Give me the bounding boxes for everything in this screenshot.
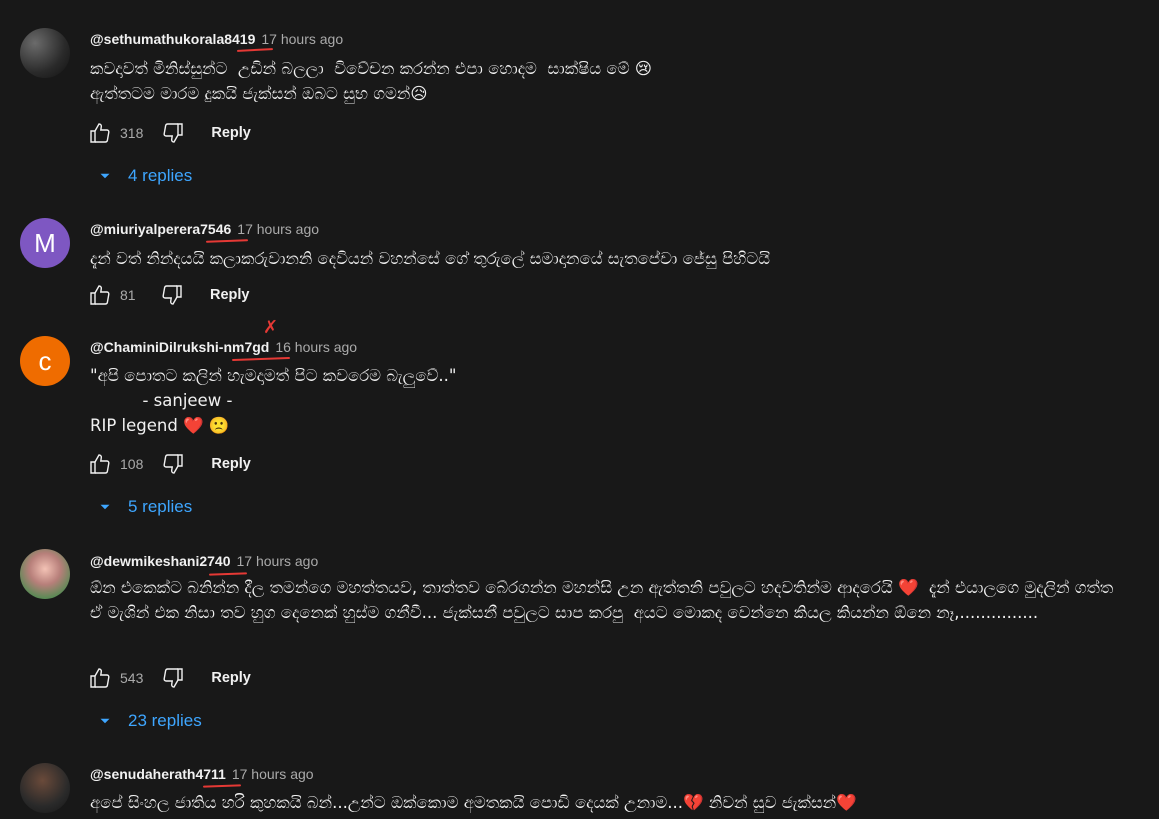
comment-header: @dewmikeshani2740 17 hours ago [90, 553, 318, 569]
dislike-button[interactable] [161, 121, 185, 145]
avatar[interactable] [20, 763, 70, 813]
thumb-down-icon [163, 454, 184, 474]
comment-header: @ChaminiDilrukshi-nm7gd 16 hours ago [90, 339, 357, 355]
reply-button[interactable]: Reply [211, 456, 251, 472]
comment-author[interactable]: @dewmikeshani2740 [90, 553, 231, 569]
comment-author[interactable]: @senudaherath4711 [90, 766, 226, 782]
comment-text: කවදාවත් මිනිස්සුන්ට උඩින් බලලා විවේචන කර… [90, 59, 652, 103]
replies-label: 5 replies [128, 497, 193, 516]
like-button[interactable] [88, 452, 112, 476]
comment-header: @senudaherath4711 17 hours ago [90, 766, 314, 782]
comment-text: අපේ සිංහල ජාතිය හරි කුහකයි බන්...උන්ට ඔක… [90, 793, 857, 812]
avatar-letter: M [34, 227, 56, 258]
like-button[interactable] [88, 283, 112, 307]
comment-text: දැන් වත් නින්දයයි කලාකරුවානනි දෙවියන් වහ… [90, 249, 771, 268]
comment-time[interactable]: 17 hours ago [237, 553, 319, 569]
comment-actions: 81 Reply [88, 280, 250, 310]
comment-actions: 543 Reply [88, 663, 251, 693]
comment-header: @sethumathukorala8419 17 hours ago [90, 31, 343, 47]
reply-button[interactable]: Reply [211, 125, 251, 141]
thumb-up-icon [90, 285, 110, 305]
comment-actions: 318 Reply [88, 118, 251, 148]
comment-author[interactable]: @ChaminiDilrukshi-nm7gd [90, 339, 269, 355]
dislike-button[interactable] [161, 452, 185, 476]
comment-time[interactable]: 16 hours ago [275, 339, 357, 355]
like-button[interactable] [88, 666, 112, 690]
comment-header: @miuriyalperera7546 17 hours ago [90, 221, 319, 237]
comment-time[interactable]: 17 hours ago [237, 221, 319, 237]
dislike-button[interactable] [161, 666, 185, 690]
comment-actions: 108 Reply [88, 449, 251, 479]
avatar[interactable] [20, 28, 70, 78]
annotation-underline [205, 239, 249, 243]
dislike-button[interactable] [160, 283, 184, 307]
comment-time[interactable]: 17 hours ago [232, 766, 314, 782]
chevron-down-icon [100, 173, 110, 179]
reply-button[interactable]: Reply [210, 287, 250, 303]
like-count: 81 [120, 287, 136, 303]
chevron-down-icon [100, 718, 110, 724]
like-count: 543 [120, 670, 144, 686]
thumb-down-icon [163, 668, 184, 688]
thumb-down-icon [163, 123, 184, 143]
chevron-down-icon [100, 504, 110, 510]
annotation-underline [231, 356, 291, 362]
comment-author[interactable]: @sethumathukorala8419 [90, 31, 255, 47]
view-replies-button[interactable]: 5 replies [96, 497, 192, 517]
like-count: 318 [120, 125, 144, 141]
thumb-up-icon [90, 454, 110, 474]
avatar-letter: C [38, 345, 52, 376]
thumb-up-icon [90, 123, 110, 143]
thumb-up-icon [90, 668, 110, 688]
avatar[interactable] [20, 549, 70, 599]
avatar[interactable]: C [20, 336, 70, 386]
comment-text: "අපි පොතට කලින් හැමදාමත් පිට කවරෙම බැලුව… [90, 366, 457, 435]
avatar[interactable]: M [20, 218, 70, 268]
replies-label: 23 replies [128, 711, 202, 730]
comment-text: ඕන එකෙක්ට බනින්න දීල තමන්ගෙ මහත්තයව, තාත… [90, 578, 1119, 622]
comment-time[interactable]: 17 hours ago [261, 31, 343, 47]
annotation-underline [236, 48, 274, 52]
comment-author[interactable]: @miuriyalperera7546 [90, 221, 231, 237]
thumb-down-icon [162, 285, 182, 305]
replies-label: 4 replies [128, 166, 193, 185]
like-button[interactable] [88, 121, 112, 145]
view-replies-button[interactable]: 23 replies [96, 711, 202, 731]
view-replies-button[interactable]: 4 replies [96, 166, 192, 186]
reply-button[interactable]: Reply [211, 670, 251, 686]
annotation-cross-mark: ✗ [263, 317, 279, 338]
like-count: 108 [120, 456, 144, 472]
annotation-underline [202, 784, 242, 788]
